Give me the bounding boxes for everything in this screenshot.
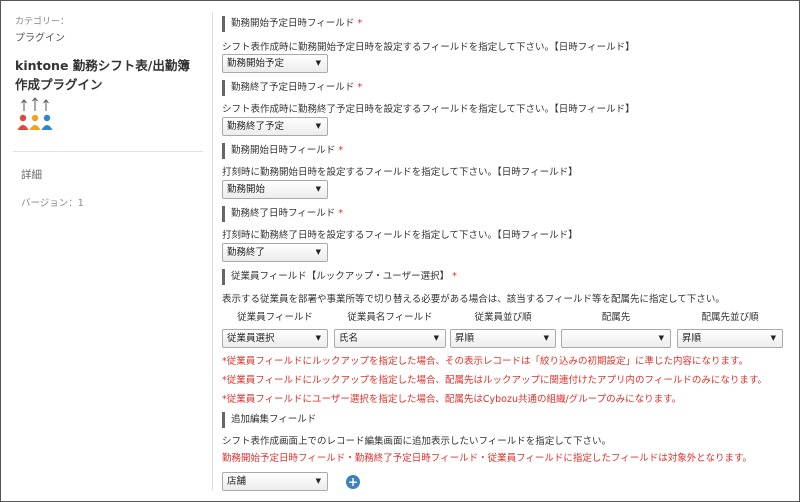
- employee-note: *従業員フィールドにルックアップを指定した場合、配属先はルックアップに関連付けた…: [222, 375, 767, 386]
- column-header: 配属先: [601, 312, 631, 323]
- section-title-start-planned: 勤務開始予定日時フィールド *: [222, 16, 362, 32]
- add-circle-icon[interactable]: +: [346, 475, 360, 489]
- dropdown-arrow-icon: ▼: [315, 477, 321, 485]
- select-end-actual[interactable]: 勤務終了 ▼: [222, 243, 328, 262]
- select-start-actual[interactable]: 勤務開始 ▼: [222, 180, 328, 199]
- plugin-sidebar: カテゴリー： プラグイン kintone 勤務シフト表/出勤簿作成プラグイン 詳…: [1, 1, 204, 500]
- description-end-actual: 打刻時に勤務終了日時を設定するフィールドを指定して下さい。【日時フィールド】: [222, 230, 578, 241]
- version-label: バージョン：1: [21, 198, 84, 209]
- description-start-actual: 打刻時に勤務開始日時を設定するフィールドを指定して下さい。【日時フィールド】: [222, 167, 578, 178]
- select-end-planned[interactable]: 勤務終了予定 ▼: [222, 117, 328, 136]
- required-mark: *: [338, 145, 344, 156]
- dropdown-arrow-icon: ▼: [315, 59, 321, 67]
- employee-note: *従業員フィールドにユーザー選択を指定した場合、配属先はCybozu共通の組織/…: [222, 394, 682, 405]
- description-start-planned: シフト表作成時に勤務開始予定日時を設定するフィールドを指定して下さい。【日時フィ…: [222, 42, 635, 53]
- section-title-end-planned: 勤務終了予定日時フィールド *: [222, 80, 362, 96]
- detail-link[interactable]: 詳細: [21, 167, 42, 182]
- plugin-title: kintone 勤務シフト表/出勤簿作成プラグイン: [15, 58, 190, 92]
- vertical-divider: [212, 12, 213, 490]
- sidebar-divider: [13, 151, 203, 152]
- people-upload-icon: [17, 97, 53, 130]
- dropdown-arrow-icon: ▼: [658, 334, 664, 342]
- column-header: 従業員名フィールド: [347, 312, 433, 323]
- required-mark: *: [452, 271, 457, 282]
- additional-warning: 勤務開始予定日時フィールド・勤務終了予定日時フィールド・従業員フィールドに指定し…: [222, 453, 753, 464]
- select-employee-order[interactable]: 昇順 ▼: [450, 329, 556, 348]
- required-mark: *: [357, 18, 363, 29]
- select-employee-field[interactable]: 従業員選択 ▼: [222, 329, 328, 348]
- description-employee: 表示する従業員を部署や事業所等で切り替える必要がある場合は、該当するフィールド等…: [222, 294, 725, 305]
- select-employee-name-field[interactable]: 氏名 ▼: [334, 329, 446, 348]
- dropdown-arrow-icon: ▼: [315, 122, 321, 130]
- dropdown-arrow-icon: ▼: [315, 334, 321, 342]
- category-value: プラグイン: [15, 33, 65, 44]
- column-header: 従業員フィールド: [237, 312, 313, 323]
- dropdown-arrow-icon: ▼: [543, 334, 549, 342]
- select-additional-field[interactable]: 店舗 ▼: [222, 472, 328, 491]
- description-additional: シフト表作成画面上でのレコード編集画面に追加表示したいフィールドを指定して下さい…: [222, 436, 612, 447]
- column-header: 配属先並び順: [701, 312, 759, 323]
- required-mark: *: [338, 208, 344, 219]
- dropdown-arrow-icon: ▼: [770, 334, 776, 342]
- section-title-start-actual: 勤務開始日時フィールド *: [222, 143, 343, 159]
- select-start-planned[interactable]: 勤務開始予定 ▼: [222, 54, 328, 73]
- dropdown-arrow-icon: ▼: [315, 185, 321, 193]
- section-title-additional: 追加編集フィールド: [222, 412, 316, 428]
- required-mark: *: [357, 82, 363, 93]
- description-end-planned: シフト表作成時に勤務終了予定日時を設定するフィールドを指定して下さい。【日時フィ…: [222, 104, 635, 115]
- select-department-order[interactable]: 昇順 ▼: [677, 329, 783, 348]
- section-title-employee: 従業員フィールド【ルックアップ・ユーザー選択】 *: [222, 269, 457, 285]
- section-title-end-actual: 勤務終了日時フィールド *: [222, 206, 343, 222]
- category-label: カテゴリー：: [15, 17, 70, 27]
- employee-note: *従業員フィールドにルックアップを指定した場合、その表示レコードは「絞り込みの初…: [222, 356, 749, 367]
- select-department[interactable]: ▼: [561, 329, 671, 348]
- dropdown-arrow-icon: ▼: [433, 334, 439, 342]
- dropdown-arrow-icon: ▼: [315, 248, 321, 256]
- column-header: 従業員並び順: [474, 312, 532, 323]
